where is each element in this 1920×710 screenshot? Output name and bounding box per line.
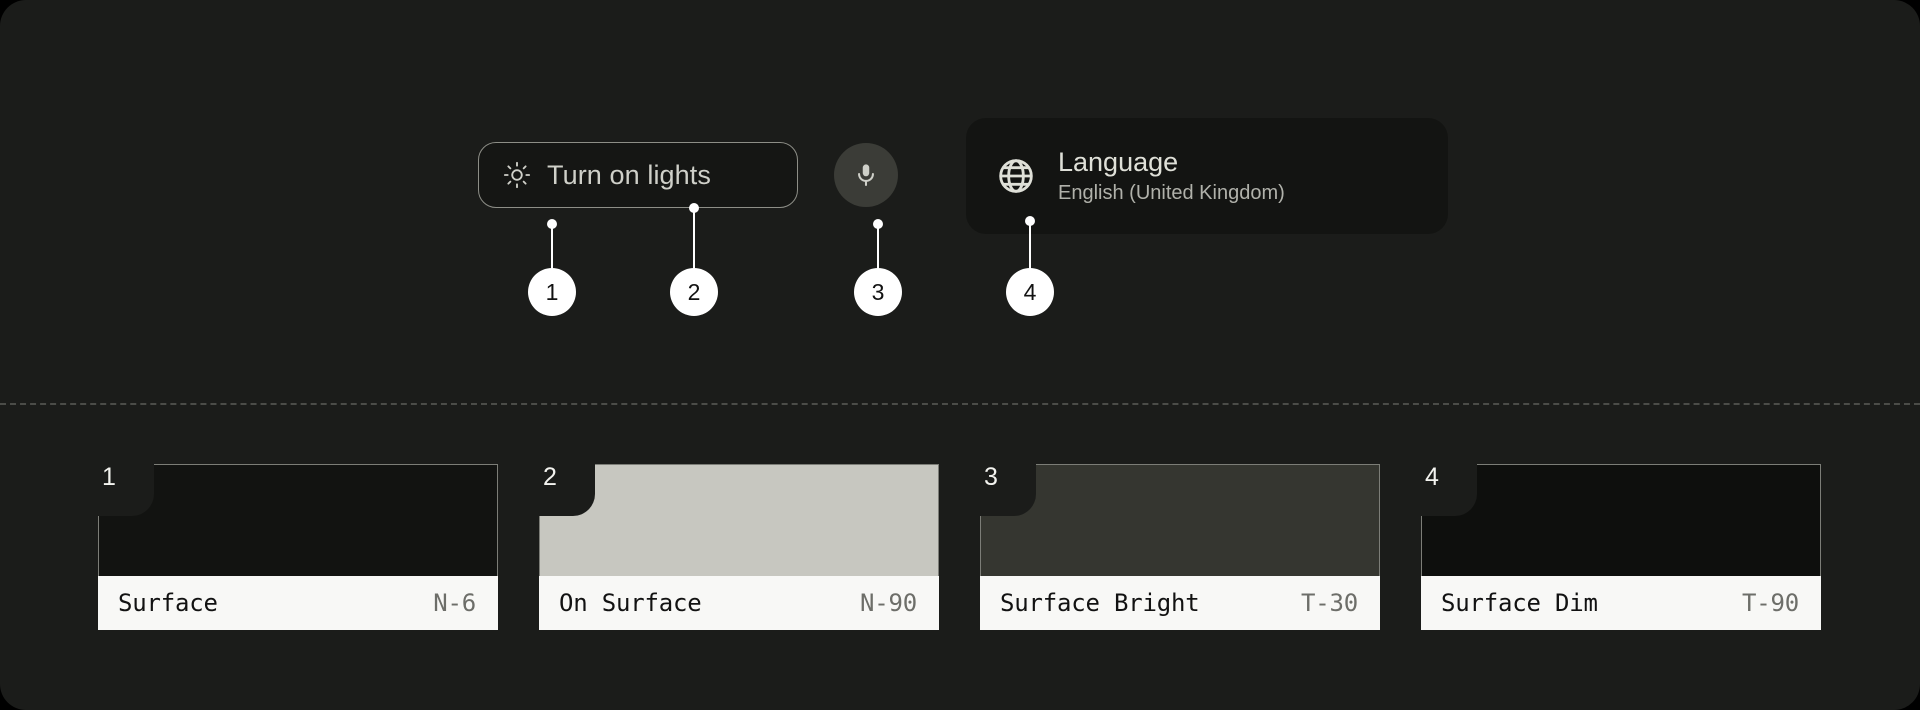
callout-leader-line xyxy=(1029,221,1031,274)
swatch-number-badge: 3 xyxy=(980,464,1036,516)
swatch-token: T-90 xyxy=(1742,589,1799,617)
swatch-number-badge: 4 xyxy=(1421,464,1477,516)
swatch-token: N-90 xyxy=(860,589,917,617)
swatch-token: T-30 xyxy=(1301,589,1358,617)
swatch-number-label: 1 xyxy=(102,463,116,491)
callout-marker-3[interactable]: 3 xyxy=(854,0,902,320)
callout-marker-2[interactable]: 2 xyxy=(670,0,718,320)
swatch-caption: Surface N-6 xyxy=(98,576,498,630)
screenshot-canvas: Turn on lights Language English (United … xyxy=(0,0,1920,710)
brightness-sun-icon xyxy=(503,161,531,189)
swatch-token: N-6 xyxy=(433,589,476,617)
swatch-caption: On Surface N-90 xyxy=(539,576,939,630)
callout-number-bubble[interactable]: 2 xyxy=(670,268,718,316)
callout-leader-line xyxy=(693,208,695,274)
section-divider xyxy=(0,403,1920,405)
swatch-number-label: 3 xyxy=(984,463,998,491)
color-swatch[interactable]: 1 Surface N-6 xyxy=(98,464,498,630)
swatch-name: Surface Bright xyxy=(1000,589,1200,617)
color-swatch-row: 1 Surface N-6 2 On Surface N-90 3 Surface Brigh… xyxy=(98,464,1821,630)
color-swatch[interactable]: 3 Surface Bright T-30 xyxy=(980,464,1380,630)
swatch-number-label: 2 xyxy=(543,463,557,491)
color-swatch[interactable]: 4 Surface Dim T-90 xyxy=(1421,464,1821,630)
callout-number-bubble[interactable]: 3 xyxy=(854,268,902,316)
language-subtitle: English (United Kingdom) xyxy=(1058,182,1285,205)
swatch-color-chip: 3 xyxy=(980,464,1380,576)
swatch-name: On Surface xyxy=(559,589,702,617)
swatch-number-badge: 2 xyxy=(539,464,595,516)
swatch-name: Surface Dim xyxy=(1441,589,1598,617)
language-title: Language xyxy=(1058,146,1179,177)
swatch-color-chip: 2 xyxy=(539,464,939,576)
swatch-caption: Surface Bright T-30 xyxy=(980,576,1380,630)
callout-number-bubble[interactable]: 1 xyxy=(528,268,576,316)
swatch-caption: Surface Dim T-90 xyxy=(1421,576,1821,630)
callout-marker-4[interactable]: 4 xyxy=(1006,0,1054,320)
swatch-color-chip: 4 xyxy=(1421,464,1821,576)
turn-on-lights-button[interactable]: Turn on lights xyxy=(478,142,798,208)
callout-marker-1[interactable]: 1 xyxy=(528,0,576,320)
swatch-name: Surface xyxy=(118,589,218,617)
callout-number-bubble[interactable]: 4 xyxy=(1006,268,1054,316)
color-swatch[interactable]: 2 On Surface N-90 xyxy=(539,464,939,630)
callout-leader-line xyxy=(877,224,879,274)
callout-leader-line xyxy=(551,224,553,274)
language-text-block: Language English (United Kingdom) xyxy=(1058,146,1285,205)
component-spec-area: Turn on lights Language English (United … xyxy=(0,0,1920,404)
swatch-color-chip: 1 xyxy=(98,464,498,576)
swatch-number-badge: 1 xyxy=(98,464,154,516)
swatch-number-label: 4 xyxy=(1425,463,1439,491)
